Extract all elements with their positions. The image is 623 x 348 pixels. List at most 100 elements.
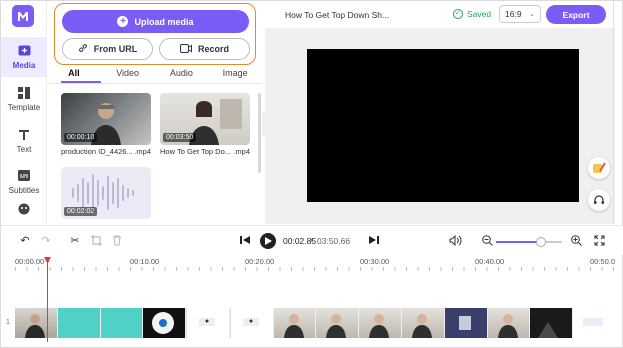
plus-icon: +: [117, 16, 129, 27]
clip-frame: [229, 308, 273, 338]
fit-timeline-icon[interactable]: [592, 233, 606, 247]
media-scrollbar[interactable]: [258, 93, 261, 173]
support-icon[interactable]: [588, 189, 610, 211]
template-icon: [17, 86, 31, 99]
play-button[interactable]: [260, 233, 276, 249]
upload-media-button[interactable]: + Upload media: [62, 10, 249, 33]
clip-frame: [15, 308, 57, 338]
clip-frame: [402, 308, 444, 338]
total-time: 03:50.66: [317, 236, 351, 246]
clip-frame: [487, 308, 530, 338]
aspect-ratio-value: 16:9: [505, 9, 522, 19]
ruler-ticks: [15, 267, 615, 271]
ruler-label: 00:50.0: [590, 257, 616, 266]
media-panel: + Upload media From URL Record All Video…: [47, 1, 262, 224]
zoom-out-icon[interactable]: [480, 233, 494, 247]
rail-item-label: Media: [12, 60, 36, 70]
playhead[interactable]: [47, 257, 48, 342]
subtitles-icon: [17, 170, 31, 182]
file-extension: .mp4: [233, 147, 250, 156]
playback-controls: ↶ ↷ ✂ 00:02.85 / 03:50.66: [1, 225, 623, 255]
record-label: Record: [197, 44, 229, 54]
clip-frame: [143, 308, 186, 338]
from-url-label: From URL: [93, 44, 138, 54]
skip-back-icon[interactable]: [238, 233, 252, 247]
media-item-thumbnail[interactable]: 00:00:10: [61, 93, 151, 145]
delete-icon[interactable]: [110, 233, 124, 247]
magic-brush-icon[interactable]: [588, 157, 610, 179]
rail-item-text[interactable]: Text: [1, 121, 47, 161]
media-icon: [17, 45, 31, 57]
rail-item-media[interactable]: Media: [1, 37, 47, 77]
file-extension: .mp4: [134, 147, 151, 156]
clip-frame: [316, 308, 359, 338]
clip-frame: [359, 308, 402, 338]
right-divider: [613, 1, 614, 224]
clip-frame: [100, 308, 143, 338]
ruler-label: 00:10.00: [130, 257, 160, 266]
ruler-label: 00:40.00: [475, 257, 505, 266]
zoom-slider-handle[interactable]: [535, 237, 546, 247]
project-title[interactable]: How To Get Top Down Sh...: [285, 10, 389, 20]
rail-item-label: Template: [7, 102, 41, 112]
link-icon: [78, 43, 88, 55]
ruler-label: 00:30.00: [360, 257, 390, 266]
undo-icon[interactable]: ↶: [18, 233, 32, 247]
duration-badge: 00:00:10: [64, 133, 98, 142]
rail-item-template[interactable]: Template: [1, 79, 47, 119]
video-track[interactable]: [15, 308, 615, 338]
video-editor-app: Media Template Text Subtitles + Upload m…: [0, 0, 623, 348]
rail-item-label: Subtitles: [8, 185, 40, 195]
clip-frame: [573, 308, 615, 338]
ruler-label: 00:00.00: [15, 257, 45, 266]
tab-video[interactable]: Video: [101, 67, 155, 83]
video-canvas[interactable]: [307, 49, 579, 202]
text-icon: [17, 129, 31, 141]
preview-area: [265, 28, 615, 224]
app-logo-icon[interactable]: [12, 5, 34, 27]
play-icon: [264, 237, 272, 245]
record-button[interactable]: Record: [159, 38, 250, 60]
duration-badge: 00:03:50: [163, 133, 197, 142]
rail-item-stickers[interactable]: [1, 199, 47, 223]
clip-frame: [530, 308, 573, 338]
top-bar: How To Get Top Down Sh... ✓ Saved 16:9 ⌄…: [263, 1, 623, 27]
clip-frame: [273, 308, 316, 338]
clip-frame: [186, 308, 229, 338]
save-status: ✓ Saved: [453, 9, 491, 19]
aspect-ratio-select[interactable]: 16:9 ⌄: [499, 5, 541, 23]
from-url-button[interactable]: From URL: [62, 38, 153, 60]
media-item-thumbnail[interactable]: 00:02:02: [61, 167, 151, 219]
check-circle-icon: ✓: [453, 9, 463, 19]
upload-group: + Upload media From URL Record: [54, 3, 256, 65]
stickers-icon: [17, 203, 31, 215]
upload-media-label: Upload media: [134, 16, 194, 27]
skip-forward-icon[interactable]: [367, 233, 381, 247]
redo-icon[interactable]: ↷: [39, 233, 53, 247]
ruler-label: 00:20.00: [245, 257, 275, 266]
volume-icon[interactable]: [448, 233, 462, 247]
rail-item-label: Text: [16, 144, 32, 154]
zoom-slider-fill: [496, 241, 541, 243]
media-item-thumbnail[interactable]: 00:03:50: [160, 93, 250, 145]
clip-frame: [57, 308, 100, 338]
left-rail: Media Template Text Subtitles: [1, 1, 47, 224]
crop-icon[interactable]: [89, 233, 103, 247]
track-number: 1: [6, 319, 10, 326]
clip-frame: [444, 308, 487, 338]
saved-label: Saved: [467, 9, 492, 19]
tab-audio[interactable]: Audio: [155, 67, 209, 83]
duration-badge: 00:02:02: [64, 207, 98, 216]
file-name: production ID_4426...: [61, 147, 133, 156]
rail-item-subtitles[interactable]: Subtitles: [1, 162, 47, 202]
time-separator: /: [310, 236, 313, 246]
file-name: How To Get Top Do...: [160, 147, 232, 156]
split-scissors-icon[interactable]: ✂: [68, 233, 82, 247]
export-button[interactable]: Export: [546, 5, 606, 24]
zoom-in-icon[interactable]: [569, 233, 583, 247]
tabs-divider: [47, 83, 262, 84]
camera-icon: [179, 43, 192, 55]
media-item-name: How To Get Top Do... .mp4: [160, 147, 250, 156]
chevron-down-icon: ⌄: [529, 11, 535, 18]
tab-image[interactable]: Image: [208, 67, 262, 83]
